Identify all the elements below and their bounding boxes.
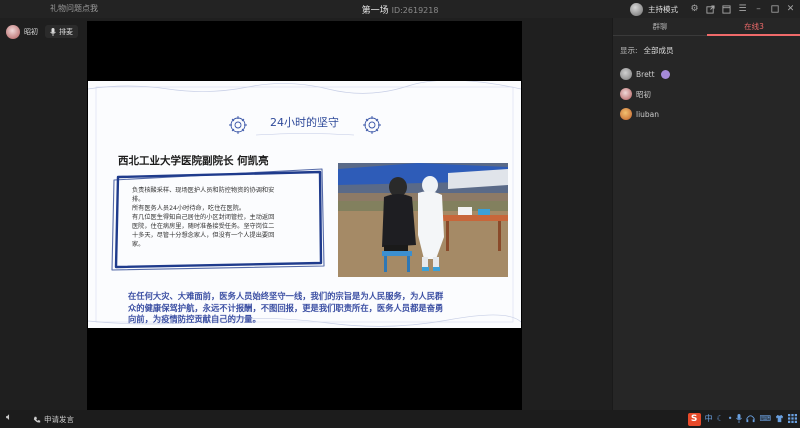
- summary-line: 在任何大灾、大难面前，医务人员始终坚守一线，我们的宗旨是为人民服务，为人民群: [128, 291, 444, 301]
- slide-author: 西北工业大学医院副院长 何凯亮: [118, 155, 269, 167]
- box-line: 负责核酸采样、现场医护人员和防控物资的协调和安: [132, 187, 275, 194]
- maximize-icon[interactable]: [769, 4, 780, 15]
- role-badge-icon: [660, 69, 670, 79]
- slide-box-text: 负责核酸采样、现场医护人员和防控物资的协调和安 排。 所有医务人员24小时待命，…: [132, 186, 312, 249]
- box-line: 十多天，尽管十分想念家人，但没有一个人提出要回: [132, 232, 275, 239]
- panel-tabs: 群聊 在线3: [613, 18, 800, 36]
- slide-summary: 在任何大灾、大难面前，医务人员始终坚守一线，我们的宗旨是为人民服务，为人民群 众…: [128, 291, 490, 326]
- filter-label: 显示:: [620, 46, 638, 55]
- filter-select[interactable]: 全部成员: [644, 45, 674, 56]
- headset-icon[interactable]: [746, 414, 756, 425]
- menu-icon[interactable]: ☰: [737, 4, 748, 15]
- list-item[interactable]: liuban: [620, 104, 794, 124]
- summary-line: 向前，为疫情防控贡献自己的力量。: [128, 314, 261, 324]
- window-icon[interactable]: [721, 4, 732, 15]
- host-mode-label[interactable]: 主持模式: [648, 4, 678, 15]
- presentation-slide: 24小时的坚守 西北工业大学医院副院长 何凯亮 负责核酸采样、现场医护人员和防控…: [88, 81, 521, 328]
- box-line: 有几位医生得知自己居住的小区封闭管控，主动返回: [132, 214, 275, 221]
- speaker-name: 昭初: [24, 28, 38, 36]
- moon-icon[interactable]: ☾: [717, 415, 724, 423]
- shirt-icon[interactable]: [775, 414, 784, 425]
- member-filter: 显示: 全部成员: [620, 45, 674, 56]
- keyboard-icon[interactable]: ⌨: [759, 415, 771, 423]
- grid-icon[interactable]: [788, 413, 797, 425]
- speaker-icon[interactable]: 🔈︎: [6, 412, 12, 423]
- session-id: ID:2619218: [391, 6, 439, 15]
- slide-title: 24小时的坚守: [270, 116, 339, 129]
- ime-icon[interactable]: S: [687, 412, 701, 426]
- system-tray: S 中 ☾ • ⌨: [687, 412, 797, 426]
- box-line: 排。: [132, 196, 145, 203]
- bottom-bar: 🔈︎ 申请发言 S 中 ☾ • ⌨: [0, 410, 800, 428]
- avatar: [620, 88, 632, 100]
- list-item[interactable]: Brett: [620, 64, 794, 84]
- session-name: 第一场: [361, 6, 389, 16]
- slide-photo: [338, 163, 508, 277]
- tab-group-chat[interactable]: 群聊: [613, 18, 707, 36]
- apply-speak-button[interactable]: 申请发言: [33, 414, 74, 425]
- titlebar-controls: 主持模式 ⚙ ☰ – ✕: [630, 1, 796, 17]
- mic-queue-label: 排麦: [59, 27, 73, 36]
- host-avatar[interactable]: [630, 2, 643, 16]
- mic-queue-button[interactable]: 排麦: [45, 25, 78, 38]
- gear-icon[interactable]: ⚙: [689, 4, 700, 15]
- ime-lang[interactable]: 中: [705, 415, 713, 423]
- phone-icon: [33, 416, 41, 423]
- avatar: [6, 25, 20, 39]
- mic-icon: [50, 27, 56, 36]
- speaker-chip[interactable]: 昭初: [6, 25, 38, 39]
- share-icon[interactable]: [705, 4, 716, 15]
- close-icon[interactable]: ✕: [785, 4, 796, 15]
- side-panel: 群聊 在线3 显示: 全部成员 Brett 昭初 liuban: [612, 18, 800, 410]
- avatar: [620, 108, 632, 120]
- box-line: 所有医务人员24小时待命，吃住在医院。: [132, 205, 246, 212]
- minimize-icon[interactable]: –: [753, 4, 764, 15]
- member-name: 昭初: [636, 89, 651, 99]
- summary-line: 众的健康保驾护航，永远不计报酬，不图回报，更是我们职责所在，医务人员都是奋勇: [128, 302, 444, 313]
- apply-speak-label: 申请发言: [44, 415, 74, 424]
- member-name: liuban: [636, 109, 660, 119]
- member-name: Brett: [636, 69, 655, 79]
- tab-online[interactable]: 在线3: [707, 18, 800, 36]
- avatar: [620, 68, 632, 80]
- list-item[interactable]: 昭初: [620, 84, 794, 104]
- dot-icon[interactable]: •: [728, 415, 733, 423]
- gift-help-link[interactable]: 礼物问题点我: [50, 3, 98, 14]
- member-list: Brett 昭初 liuban: [620, 64, 794, 124]
- mic-icon[interactable]: [736, 413, 743, 425]
- box-line: 家。: [132, 241, 145, 248]
- title-bar: 礼物问题点我 第一场 ID:2619218 主持模式 ⚙ ☰ – ✕: [0, 0, 800, 18]
- box-line: 医院，住在病房里，随时准备接受任务。坚守岗位二: [132, 223, 275, 230]
